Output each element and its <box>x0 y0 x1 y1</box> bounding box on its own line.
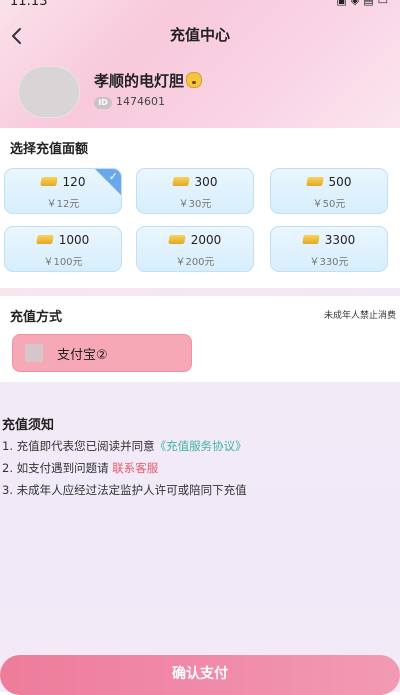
amount-option-500[interactable]: 500 ￥50元 <box>270 168 388 214</box>
coin-icon <box>167 235 186 244</box>
notice-line-2: 2. 如支付遇到问题请 联系客服 <box>2 461 159 475</box>
payment-option-alipay[interactable]: 支付宝② <box>12 334 192 372</box>
wifi-icon: ◈ <box>350 0 364 7</box>
page-title: 充值中心 <box>169 26 230 44</box>
contact-support-link[interactable]: 联系客服 <box>112 461 158 475</box>
notice-line-3: 3. 未成年人应经过法定监护人许可或陪同下充值 <box>2 483 247 497</box>
notice-title: 充值须知 <box>2 418 55 433</box>
payment-option-label: 支付宝② <box>57 348 108 363</box>
battery-icon: ▭ <box>377 0 392 7</box>
coin-icon <box>305 177 324 186</box>
surprised-emoji-icon <box>186 72 203 88</box>
amount-coins: 300 <box>194 175 218 189</box>
amount-price: ￥30元 <box>178 199 212 210</box>
notice-line-1: 1. 充值即代表您已阅读并同意《充值服务协议》 <box>2 439 247 453</box>
amount-price: ￥12元 <box>46 199 80 210</box>
amount-option-120[interactable]: 120 ￥12元 ✓ <box>4 168 122 214</box>
amount-coins: 500 <box>328 175 352 189</box>
signal-icon: ▤ <box>363 0 378 7</box>
status-bar: 11:13 ▣◈▤▭ <box>0 0 400 10</box>
status-time: 11:13 <box>10 0 48 9</box>
user-id-row: ID 1474601 <box>94 95 165 109</box>
coin-icon <box>301 235 320 244</box>
payment-section: 充值方式 未成年人禁止消费 支付宝② <box>0 296 400 382</box>
top-nav: 充值中心 <box>0 22 400 50</box>
amount-option-300[interactable]: 300 ￥30元 <box>136 168 254 214</box>
amount-price: ￥100元 <box>43 257 83 268</box>
coin-icon <box>35 235 54 244</box>
notice-section: 充值须知 1. 充值即代表您已阅读并同意《充值服务协议》 2. 如支付遇到问题请… <box>0 382 400 692</box>
coin-icon <box>39 177 58 186</box>
amount-option-1000[interactable]: 1000 ￥100元 <box>4 226 122 272</box>
id-badge-icon: ID <box>94 97 112 109</box>
service-agreement-link[interactable]: 《充值服务协议》 <box>155 439 247 453</box>
amount-coins: 3300 <box>324 233 356 247</box>
confirm-payment-button[interactable]: 确认支付 <box>0 655 400 695</box>
alipay-icon <box>25 344 43 362</box>
alarm-icon: ▣ <box>336 0 351 7</box>
payment-section-title: 充值方式 <box>10 310 63 325</box>
amount-option-2000[interactable]: 2000 ￥200元 <box>136 226 254 272</box>
amount-coins: 2000 <box>190 233 222 247</box>
check-icon: ✓ <box>108 170 118 183</box>
coin-icon <box>171 177 190 186</box>
user-id: 1474601 <box>116 95 165 108</box>
section-divider <box>0 288 400 296</box>
amount-section-title: 选择充值面额 <box>10 142 89 157</box>
amount-coins: 120 <box>62 175 86 189</box>
user-name-row: 孝顺的电灯胆 <box>94 70 203 91</box>
status-icons: ▣◈▤▭ <box>336 0 392 7</box>
user-name: 孝顺的电灯胆 <box>94 72 185 90</box>
amount-price: ￥50元 <box>312 199 346 210</box>
amount-price: ￥200元 <box>175 257 215 268</box>
minor-warning: 未成年人禁止消费 <box>323 311 396 321</box>
amount-coins: 1000 <box>58 233 90 247</box>
amount-option-3300[interactable]: 3300 ￥330元 <box>270 226 388 272</box>
amount-section: 选择充值面额 120 ￥12元 ✓ 300 ￥30元 500 ￥50元 1000… <box>0 128 400 288</box>
amount-price: ￥330元 <box>309 257 349 268</box>
avatar[interactable] <box>18 66 80 118</box>
